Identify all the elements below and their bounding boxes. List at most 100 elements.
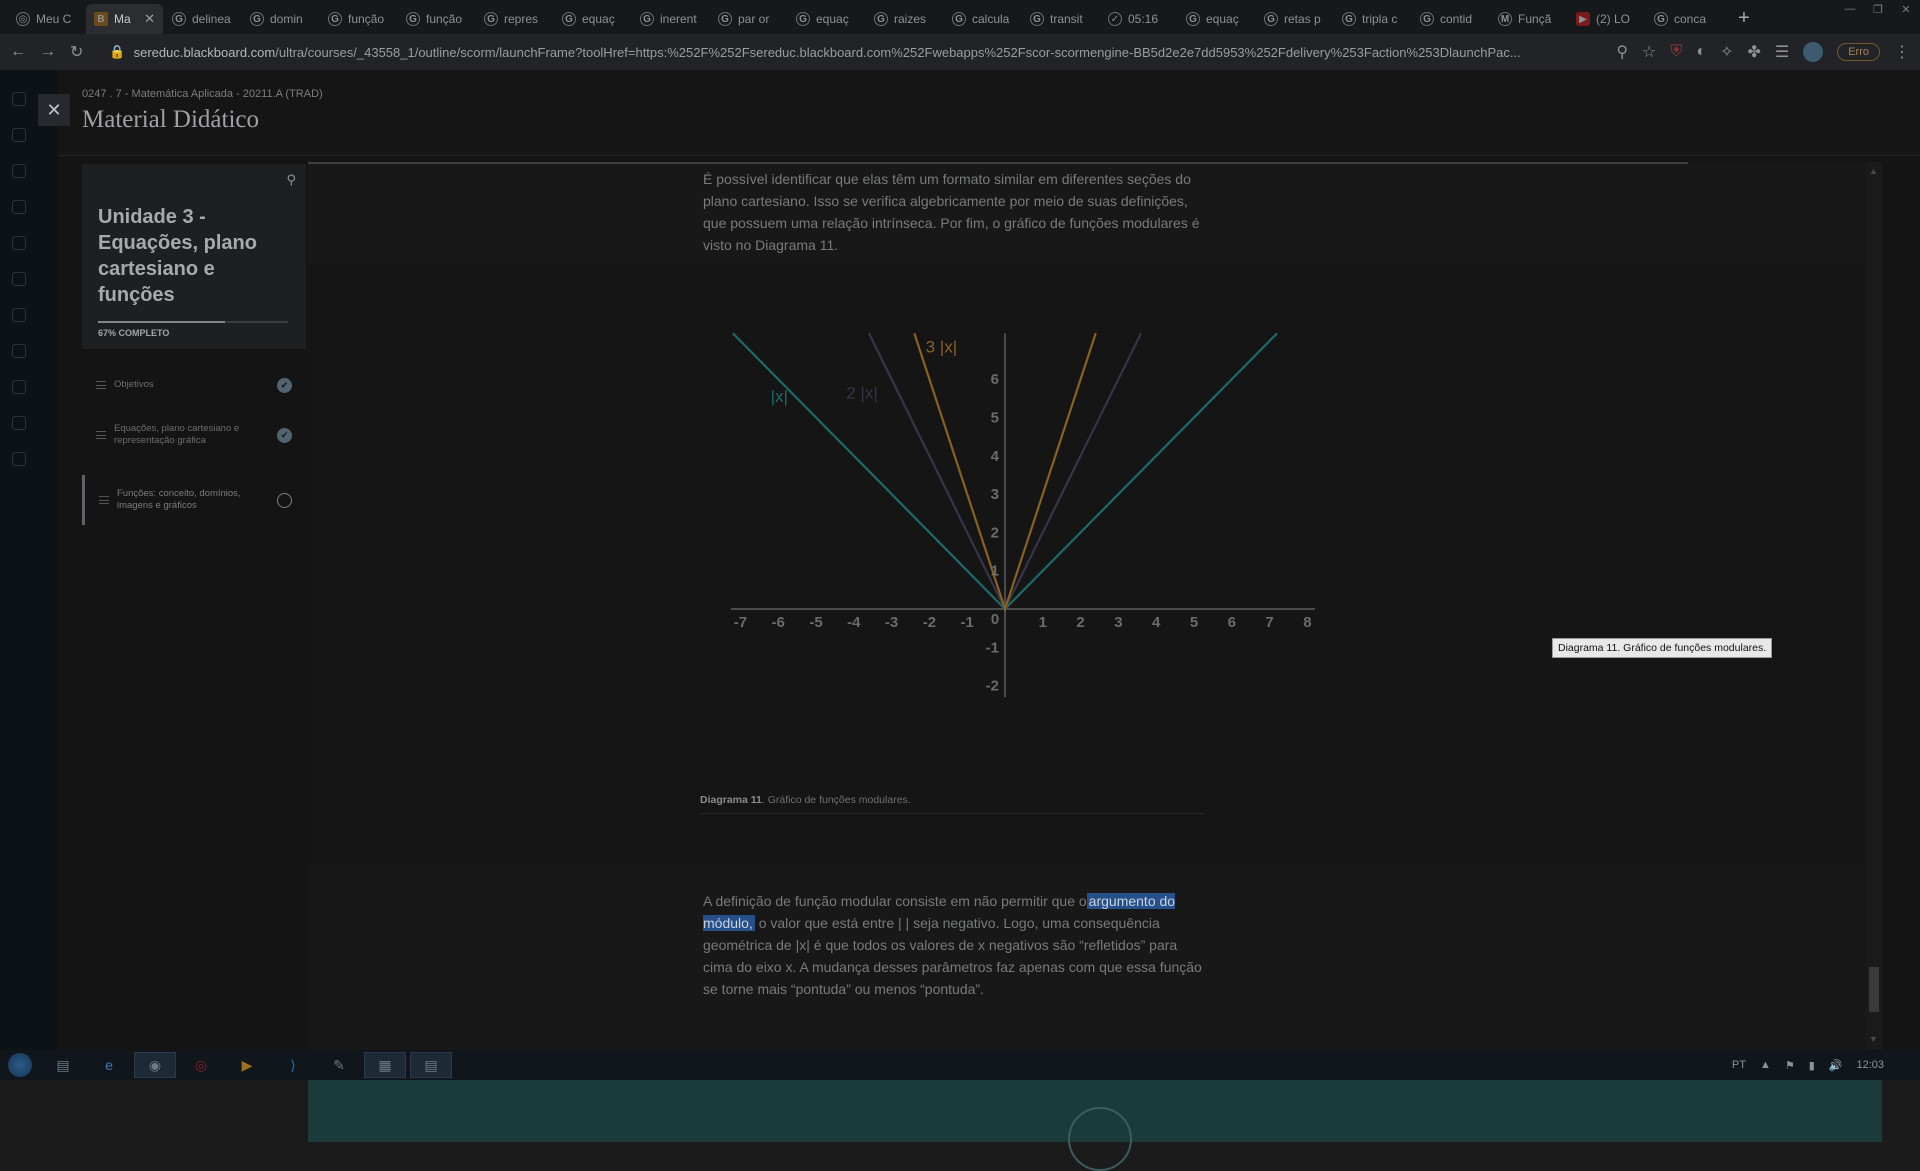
caption-label: Diagrama 11	[700, 794, 762, 806]
x-tick-label: 8	[1303, 614, 1311, 631]
tab-13[interactable]: Gcalcula	[944, 4, 1021, 34]
caption-rule	[700, 813, 1205, 814]
profile-avatar[interactable]	[1803, 42, 1824, 62]
y-tick-label: 5	[991, 410, 999, 427]
nav-icon[interactable]	[12, 416, 26, 430]
tray-expand-icon[interactable]: ▲	[1760, 1059, 1771, 1071]
reading-list-icon[interactable]: ☰	[1775, 42, 1789, 62]
tab-title: raizes	[894, 12, 927, 26]
reader-scrollbar[interactable]: ▲ ▼	[1866, 162, 1882, 1050]
close-panel-button[interactable]: ✕	[38, 94, 70, 126]
nav-icon[interactable]	[12, 92, 26, 106]
check-icon: ✓	[1108, 12, 1122, 26]
maximize-button[interactable]: ❐	[1864, 0, 1892, 18]
search-icon[interactable]: ⚲	[286, 172, 296, 188]
minimize-button[interactable]: —	[1836, 0, 1864, 18]
tab-8[interactable]: Gequaç	[554, 4, 631, 34]
tab-title: tripla c	[1362, 12, 1398, 26]
x-tick-label: -6	[772, 614, 785, 631]
chrome-taskbar-icon[interactable]: ◉	[134, 1052, 176, 1078]
menu-icon[interactable]: ⋮	[1894, 42, 1910, 62]
google-icon: G	[796, 12, 810, 26]
x-tick-label: -4	[847, 614, 861, 631]
bookmark-star-icon[interactable]: ☆	[1642, 42, 1656, 62]
puzzle-icon[interactable]: ✤	[1747, 42, 1760, 62]
window-taskbar-icon[interactable]: ▦	[364, 1052, 406, 1078]
nav-icon[interactable]	[12, 128, 26, 142]
tab-19[interactable]: Gcontid	[1412, 4, 1489, 34]
sidebar-item-label: Objetivos	[114, 379, 154, 390]
sidebar-item-objetivos[interactable]: Objetivos ✔	[82, 370, 306, 400]
action-center-icon[interactable]: ⚑	[1785, 1059, 1795, 1072]
close-window-button[interactable]: ✕	[1892, 0, 1920, 18]
nav-icon[interactable]	[12, 236, 26, 250]
tab-12[interactable]: Graizes	[866, 4, 943, 34]
back-icon[interactable]: ←	[10, 43, 26, 61]
forward-icon[interactable]: →	[40, 43, 56, 61]
new-tab-button[interactable]: +	[1730, 4, 1758, 32]
nav-icon[interactable]	[12, 380, 26, 394]
tab-9[interactable]: Ginerent	[632, 4, 709, 34]
windows-taskbar: ▤ e ◉ ◎ ▶ ⟩ ✎ ▦ ▤ PT ▲ ⚑ ▮ 🔊 12:03	[0, 1050, 1920, 1080]
language-indicator[interactable]: PT	[1732, 1059, 1746, 1071]
google-icon: G	[1186, 12, 1200, 26]
tab-22[interactable]: Gconca	[1646, 4, 1723, 34]
tab-15[interactable]: ✓ 05:16	[1100, 4, 1177, 34]
tab-title: Ma	[114, 12, 131, 26]
extension-icon[interactable]: ✧	[1720, 42, 1733, 62]
nav-icon[interactable]	[12, 452, 26, 466]
zoom-icon[interactable]: ⚲	[1616, 42, 1628, 62]
tab-18[interactable]: Gtripla c	[1334, 4, 1411, 34]
course-name: 0247 . 7 - Matemática Aplicada - 20211.A…	[82, 88, 323, 100]
nav-icon[interactable]	[12, 164, 26, 178]
tab-17[interactable]: Gretas p	[1256, 4, 1333, 34]
start-button[interactable]	[0, 1050, 40, 1080]
tab-4[interactable]: Gdomin	[242, 4, 319, 34]
vscode-icon[interactable]: ⟩	[272, 1052, 314, 1078]
tab-title: calcula	[972, 12, 1010, 26]
paragraph-2-end: o valor que está entre | | seja negativo…	[703, 915, 1202, 997]
tab-10[interactable]: Gpar or	[710, 4, 787, 34]
sidebar-item-funcoes[interactable]: Funções: conceito, domínios, imagens e g…	[82, 475, 306, 525]
caption-text: . Gráfico de funções modulares.	[761, 794, 911, 806]
tab-6[interactable]: Gfunção	[398, 4, 475, 34]
shield-extension-icon[interactable]: ⛨	[1670, 43, 1682, 61]
tab-title: equaç	[1206, 12, 1239, 26]
blackboard-nav-strip	[0, 70, 58, 1050]
scroll-down-icon[interactable]: ▼	[1869, 1034, 1878, 1044]
internet-explorer-icon[interactable]: e	[88, 1052, 130, 1078]
tab-11[interactable]: Gequaç	[788, 4, 865, 34]
tab-21[interactable]: ▶ (2) LO	[1568, 4, 1645, 34]
scrollbar-thumb[interactable]	[1869, 967, 1879, 1012]
tab-16[interactable]: Gequaç	[1178, 4, 1255, 34]
tab-2[interactable]: B Ma ✕	[86, 4, 163, 34]
nav-icon[interactable]	[12, 200, 26, 214]
media-player-icon[interactable]: ▶	[226, 1052, 268, 1078]
tab-title: domin	[270, 12, 303, 26]
opera-icon[interactable]: ◎	[180, 1052, 222, 1078]
nav-icon[interactable]	[12, 272, 26, 286]
network-icon[interactable]: ▮	[1809, 1059, 1815, 1072]
google-icon: G	[952, 12, 966, 26]
nav-icon[interactable]	[12, 344, 26, 358]
tab-7[interactable]: Grepres	[476, 4, 553, 34]
reload-icon[interactable]: ↻	[70, 42, 83, 62]
tab-5[interactable]: Gfunção	[320, 4, 397, 34]
tab-1[interactable]: ◎ Meu C	[8, 4, 85, 34]
scroll-up-icon[interactable]: ▲	[1869, 166, 1878, 176]
nav-icon[interactable]	[12, 308, 26, 322]
profile-error-badge[interactable]: Erro	[1837, 43, 1880, 61]
tab-3[interactable]: Gdelinea	[164, 4, 241, 34]
page-title: Material Didático	[82, 106, 260, 133]
tab-14[interactable]: Gtransit	[1022, 4, 1099, 34]
volume-icon[interactable]: 🔊	[1829, 1059, 1843, 1072]
window-taskbar-icon[interactable]: ▤	[410, 1052, 452, 1078]
paint-icon[interactable]: ✎	[318, 1052, 360, 1078]
tab-20[interactable]: M Funçã	[1490, 4, 1567, 34]
file-explorer-icon[interactable]: ▤	[42, 1052, 84, 1078]
clock[interactable]: 12:03	[1856, 1059, 1884, 1071]
sidebar-item-equacoes[interactable]: Equações, plano cartesiano e representaç…	[82, 415, 306, 455]
close-tab-icon[interactable]: ✕	[144, 11, 155, 27]
address-bar[interactable]: 🔒 sereduc.blackboard.com/ultra/courses/_…	[109, 44, 1602, 60]
dark-mode-icon[interactable]: ◐	[1696, 43, 1706, 61]
